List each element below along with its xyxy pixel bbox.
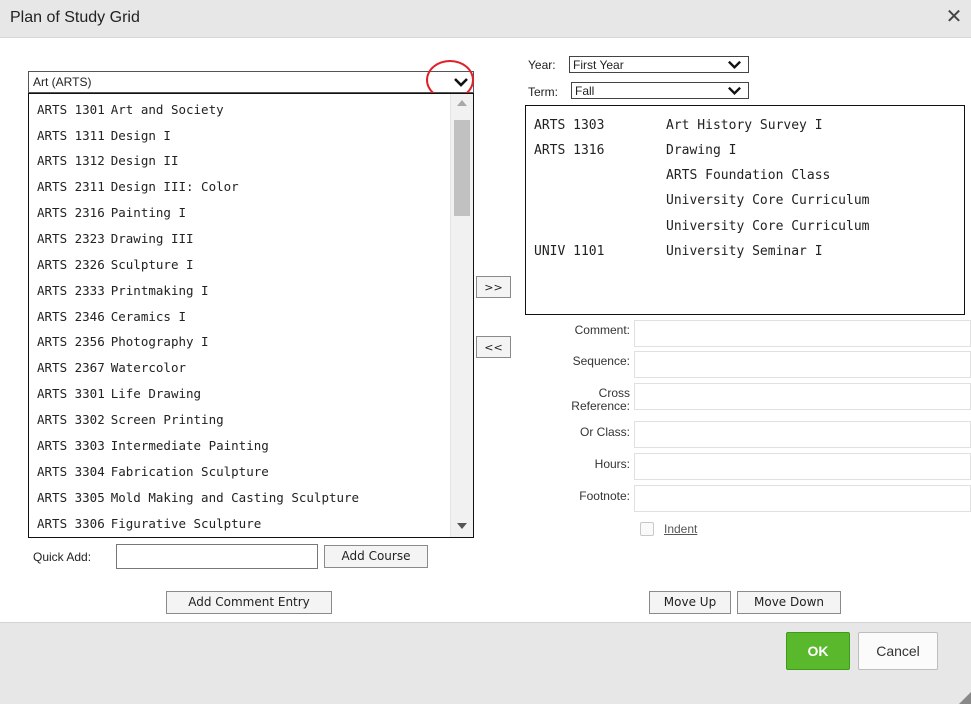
list-item[interactable]: ARTS 3302 Screen Printing — [37, 408, 224, 432]
year-select[interactable]: First Year — [569, 56, 749, 73]
list-item[interactable]: ARTS 2311 Design III: Color — [37, 175, 239, 199]
list-item[interactable]: ARTS 2367 Watercolor — [37, 356, 186, 380]
course-list[interactable]: ARTS 1301 Art and Society ARTS 1311 Design… — [28, 93, 474, 538]
plan-course-name: ARTS Foundation Class — [666, 168, 831, 183]
plan-course-code: ARTS 1303 — [534, 118, 605, 133]
plan-course-name: University Core Curriculum — [666, 193, 870, 208]
or-class-field[interactable] — [634, 421, 971, 448]
sequence-field[interactable] — [634, 351, 971, 378]
year-label: Year: — [528, 58, 556, 72]
cross-reference-field[interactable] — [634, 383, 971, 410]
cross-reference-label-line2: Reference: — [571, 399, 630, 413]
list-item[interactable]: ARTS 1312 Design II — [37, 149, 178, 173]
comment-label: Comment: — [574, 323, 630, 337]
quick-add-label: Quick Add: — [33, 550, 92, 564]
year-selected-value: First Year — [573, 58, 624, 72]
move-down-button[interactable]: Move Down — [737, 591, 841, 614]
hours-label: Hours: — [594, 457, 630, 471]
plan-course-list[interactable]: ARTS 1303 Art History Survey I ARTS 1316… — [525, 105, 965, 315]
plan-course-name: Art History Survey I — [666, 118, 823, 133]
ok-button[interactable]: OK — [786, 632, 850, 670]
list-item[interactable]: ARTS 2323 Drawing III — [37, 227, 194, 251]
resize-grip-icon[interactable] — [959, 692, 971, 704]
plan-course-code: UNIV 1101 — [534, 244, 605, 259]
course-list-scrollbar[interactable] — [450, 94, 473, 537]
list-item[interactable]: ARTS 3304 Fabrication Sculpture — [37, 460, 269, 484]
plan-of-study-dialog: Plan of Study Grid ✕ Art (ARTS) ARTS 130… — [0, 0, 971, 704]
add-to-plan-button[interactable]: >> — [476, 276, 511, 298]
plan-course-code: ARTS 1316 — [534, 143, 605, 158]
plan-course-name: University Core Curriculum — [666, 219, 870, 234]
scroll-down-arrow-icon[interactable] — [457, 523, 467, 529]
term-select[interactable]: Fall — [571, 82, 749, 99]
or-class-label: Or Class: — [579, 425, 630, 439]
dialog-titlebar: Plan of Study Grid ✕ — [0, 0, 971, 38]
dialog-title: Plan of Study Grid — [10, 9, 140, 26]
list-item[interactable]: ARTS 2326 Sculpture I — [37, 253, 194, 277]
list-item[interactable]: ARTS 2316 Painting I — [37, 201, 186, 225]
list-item[interactable]: ARTS 2356 Photography I — [37, 330, 209, 354]
chevron-down-icon — [728, 86, 741, 96]
subject-select[interactable]: Art (ARTS) — [28, 71, 474, 93]
remove-from-plan-button[interactable]: << — [476, 336, 511, 358]
scroll-up-arrow-icon[interactable] — [457, 100, 467, 106]
sequence-label: Sequence: — [572, 354, 630, 368]
term-label: Term: — [528, 85, 558, 99]
list-item[interactable]: ARTS 3306 Figurative Sculpture — [37, 512, 261, 536]
plan-course-name: University Seminar I — [666, 244, 823, 259]
list-item[interactable]: ARTS 1301 Art and Society — [37, 98, 224, 122]
list-item[interactable]: ARTS 3303 Intermediate Painting — [37, 434, 269, 458]
comment-field[interactable] — [634, 320, 971, 347]
term-selected-value: Fall — [575, 84, 595, 98]
chevron-down-icon — [728, 60, 741, 70]
list-item[interactable]: ARTS 2346 Ceramics I — [37, 305, 186, 329]
close-icon[interactable]: ✕ — [943, 4, 965, 30]
scroll-thumb[interactable] — [454, 120, 470, 216]
add-course-button[interactable]: Add Course — [324, 545, 428, 568]
subject-selected-value: Art (ARTS) — [33, 75, 92, 89]
list-item[interactable]: ARTS 3301 Life Drawing — [37, 382, 201, 406]
cross-reference-label: Cross Reference: — [571, 387, 630, 413]
list-item[interactable]: ARTS 1311 Design I — [37, 124, 171, 148]
list-item[interactable]: ARTS 3305 Mold Making and Casting Sculptu… — [37, 486, 359, 510]
cancel-button[interactable]: Cancel — [858, 632, 938, 670]
footnote-field[interactable] — [634, 485, 971, 512]
quick-add-input[interactable] — [116, 544, 318, 569]
add-comment-entry-button[interactable]: Add Comment Entry — [166, 591, 332, 614]
hours-field[interactable] — [634, 453, 971, 480]
indent-label[interactable]: Indent — [664, 522, 697, 536]
plan-course-name: Drawing I — [666, 143, 737, 158]
list-item[interactable]: ARTS 2333 Printmaking I — [37, 279, 209, 303]
footnote-label: Footnote: — [579, 489, 630, 503]
move-up-button[interactable]: Move Up — [649, 591, 731, 614]
indent-checkbox[interactable] — [640, 522, 654, 536]
